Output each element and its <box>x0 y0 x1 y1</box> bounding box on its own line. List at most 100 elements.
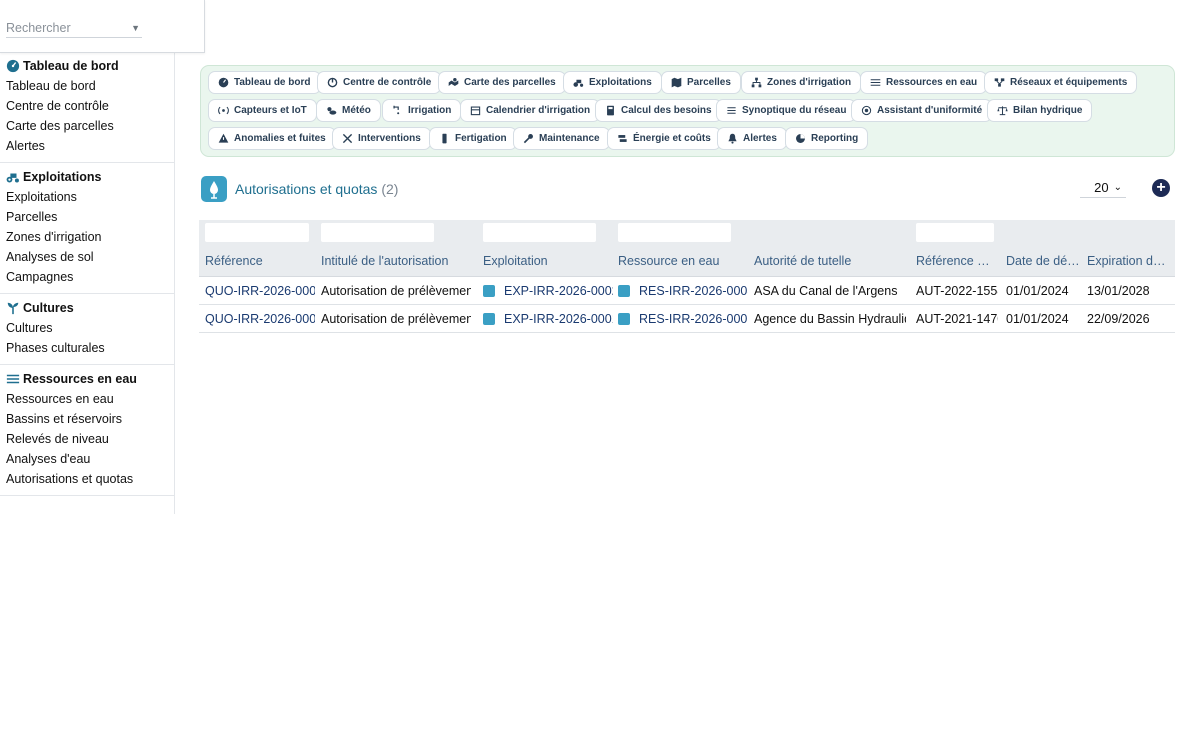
nav-parcelles[interactable]: Parcelles <box>661 71 741 94</box>
sidebar-item-releves[interactable]: Relevés de niveau <box>0 429 175 449</box>
nav-reporting[interactable]: Reporting <box>785 127 869 150</box>
nav-label: Bilan hydrique <box>1013 105 1083 116</box>
nav-label: Capteurs et IoT <box>234 105 307 116</box>
nav-fertigation[interactable]: Fertigation <box>429 127 517 150</box>
column-header-reference[interactable]: Référence <box>205 254 315 268</box>
table-row[interactable]: QUO-IRR-2026-0002 Autorisation de prélèv… <box>199 277 1175 305</box>
sidebar-item-parcelles[interactable]: Parcelles <box>0 207 175 227</box>
column-header-expiration[interactable]: Expiration d… <box>1087 254 1167 268</box>
search-placeholder: Rechercher <box>6 20 71 35</box>
filter-input-reference[interactable] <box>205 223 309 242</box>
table-row[interactable]: QUO-IRR-2026-0001 Autorisation de prélèv… <box>199 305 1175 333</box>
cloud-sun-icon <box>327 107 337 115</box>
nav-label: Carte des parcelles <box>464 77 556 88</box>
nav-meteo[interactable]: Météo <box>316 99 381 122</box>
sidebar-item-phases-culturales[interactable]: Phases culturales <box>0 338 175 358</box>
nav-irrigation[interactable]: Irrigation <box>382 99 462 122</box>
sidebar: Tableau de bord Tableau de bord Centre d… <box>0 0 175 514</box>
nav-label: Zones d'irrigation <box>767 77 852 88</box>
sidebar-item-analyses-eau[interactable]: Analyses d'eau <box>0 449 175 469</box>
cell-exploitation-link[interactable]: EXP-IRR-2026-0002 <box>504 284 613 298</box>
nav-centre-de-controle[interactable]: Centre de contrôle <box>317 71 442 94</box>
column-header-autorite[interactable]: Autorité de tutelle <box>754 254 904 268</box>
cell-reference[interactable]: QUO-IRR-2026-0002 <box>205 284 315 298</box>
nav-calendrier-irrigation[interactable]: Calendrier d'irrigation <box>460 99 601 122</box>
column-header-date-debut[interactable]: Date de début <box>1006 254 1081 268</box>
search-input[interactable]: Rechercher ▼ <box>6 18 142 38</box>
filter-input-exploitation[interactable] <box>483 223 596 242</box>
sidebar-item-alertes[interactable]: Alertes <box>0 136 175 156</box>
cell-ressource[interactable]: RES-IRR-2026-0003 <box>618 284 748 298</box>
sidebar-heading-ressources[interactable]: Ressources en eau <box>0 369 175 389</box>
column-header-reference-autorisation[interactable]: Référence de… <box>916 254 996 268</box>
sidebar-item-ressources-en-eau[interactable]: Ressources en eau <box>0 389 175 409</box>
sidebar-heading-exploitations[interactable]: Exploitations <box>0 167 175 187</box>
nav-anomalies-fuites[interactable]: Anomalies et fuites <box>208 127 336 150</box>
cell-reference-autorisation: AUT-2021-1470 <box>916 312 998 326</box>
data-table: Référence Intitulé de l'autorisation Exp… <box>199 220 1175 334</box>
nav-reseaux-equipements[interactable]: Réseaux et équipements <box>984 71 1138 94</box>
wrench-icon <box>523 134 533 144</box>
column-header-ressource[interactable]: Ressource en eau <box>618 254 743 268</box>
table-header: Référence Intitulé de l'autorisation Exp… <box>199 220 1175 277</box>
cell-ressource-link[interactable]: RES-IRR-2026-0001 <box>639 312 748 326</box>
nav-label: Réseaux et équipements <box>1010 77 1128 88</box>
sidebar-section-cultures: Cultures Cultures Phases culturales <box>0 294 175 365</box>
nav-alertes[interactable]: Alertes <box>717 127 787 150</box>
nav-label: Calcul des besoins <box>621 105 712 116</box>
nav-maintenance[interactable]: Maintenance <box>513 127 610 150</box>
nav-tableau-de-bord[interactable]: Tableau de bord <box>208 71 321 94</box>
cell-exploitation[interactable]: EXP-IRR-2026-0001 <box>483 312 613 326</box>
nav-bilan-hydrique[interactable]: Bilan hydrique <box>987 99 1093 122</box>
sidebar-item-bassins[interactable]: Bassins et réservoirs <box>0 409 175 429</box>
filter-input-reference-autorisation[interactable] <box>916 223 994 242</box>
nav-carte-des-parcelles[interactable]: Carte des parcelles <box>438 71 566 94</box>
cell-ressource[interactable]: RES-IRR-2026-0001 <box>618 312 748 326</box>
sidebar-item-carte-des-parcelles[interactable]: Carte des parcelles <box>0 116 175 136</box>
add-button[interactable]: + <box>1152 179 1170 197</box>
ressource-icon <box>618 313 630 325</box>
sidebar-heading-cultures[interactable]: Cultures <box>0 298 175 318</box>
sidebar-item-zones-irrigation[interactable]: Zones d'irrigation <box>0 227 175 247</box>
column-header-intitule[interactable]: Intitulé de l'autorisation <box>321 254 471 268</box>
network-icon <box>751 77 762 88</box>
control-icon <box>327 77 338 88</box>
nav-synoptique-reseau[interactable]: Synoptique du réseau <box>716 99 857 122</box>
sidebar-item-campagnes[interactable]: Campagnes <box>0 267 175 287</box>
sidebar-item-cultures[interactable]: Cultures <box>0 318 175 338</box>
water-waves-icon <box>870 79 881 86</box>
sidebar-heading-label: Exploitations <box>23 170 102 184</box>
cell-ressource-link[interactable]: RES-IRR-2026-0003 <box>639 284 748 298</box>
sidebar-item-exploitations[interactable]: Exploitations <box>0 187 175 207</box>
nav-zones-irrigation[interactable]: Zones d'irrigation <box>741 71 862 94</box>
column-header-exploitation[interactable]: Exploitation <box>483 254 603 268</box>
nav-energie-couts[interactable]: Énergie et coûts <box>607 127 721 150</box>
sidebar-item-autorisations[interactable]: Autorisations et quotas <box>0 469 175 489</box>
nav-capteurs-iot[interactable]: Capteurs et IoT <box>208 99 317 122</box>
nav-interventions[interactable]: Interventions <box>332 127 431 150</box>
filter-input-intitule[interactable] <box>321 223 434 242</box>
sidebar-item-analyses-de-sol[interactable]: Analyses de sol <box>0 247 175 267</box>
nav-label: Météo <box>342 105 371 116</box>
cell-exploitation-link[interactable]: EXP-IRR-2026-0001 <box>504 312 613 326</box>
sidebar-heading-label: Cultures <box>23 301 74 315</box>
sidebar-item-centre-de-controle[interactable]: Centre de contrôle <box>0 96 175 116</box>
nav-label: Calendrier d'irrigation <box>486 105 591 116</box>
sidebar-item-tableau-de-bord[interactable]: Tableau de bord <box>0 76 175 96</box>
speedometer-icon <box>6 59 20 73</box>
cell-exploitation[interactable]: EXP-IRR-2026-0002 <box>483 284 613 298</box>
sidebar-heading-dashboard[interactable]: Tableau de bord <box>0 56 175 76</box>
per-page-select[interactable]: 20 ⌄ <box>1080 178 1126 198</box>
cell-reference[interactable]: QUO-IRR-2026-0001 <box>205 312 315 326</box>
search-container: Rechercher ▼ <box>0 0 205 53</box>
nav-ressources-en-eau[interactable]: Ressources en eau <box>860 71 988 94</box>
nav-calcul-besoins[interactable]: Calcul des besoins <box>595 99 722 122</box>
calendar-icon <box>470 106 481 116</box>
nav-exploitations[interactable]: Exploitations <box>563 71 662 94</box>
bell-icon <box>728 133 737 144</box>
cell-expiration: 22/09/2026 <box>1087 312 1150 326</box>
cell-intitule: Autorisation de prélèvement… <box>321 312 471 326</box>
target-icon <box>861 105 872 116</box>
filter-input-ressource[interactable] <box>618 223 731 242</box>
nav-assistant-uniformite[interactable]: Assistant d'uniformité <box>851 99 993 122</box>
